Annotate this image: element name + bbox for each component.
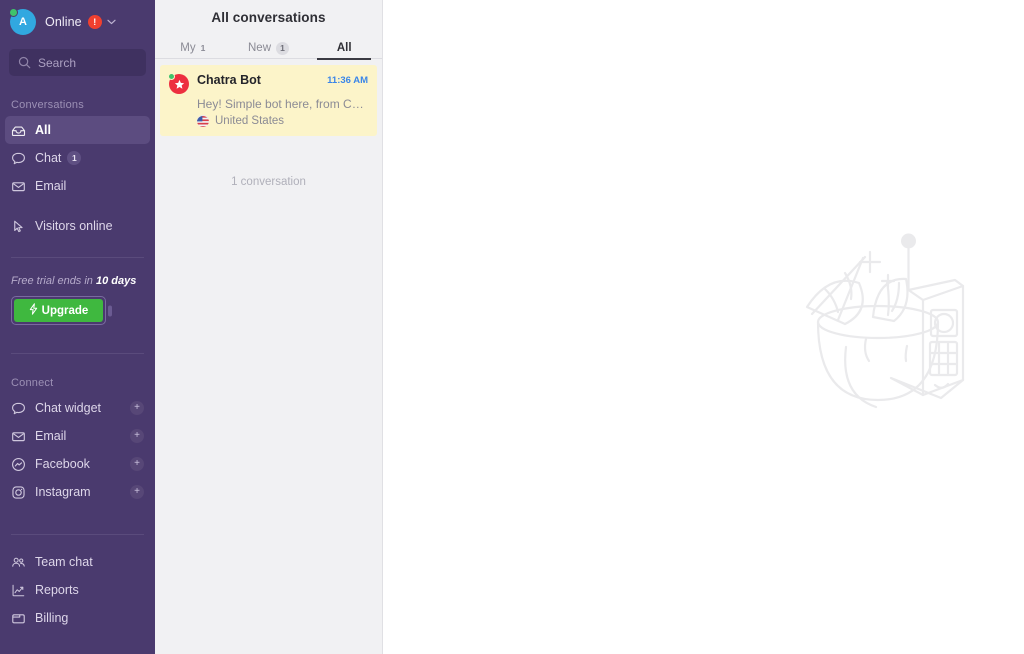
upgrade-button-container: Upgrade xyxy=(11,296,112,325)
conversation-location-label: United States xyxy=(215,115,285,127)
sidebar-item-label: Billing xyxy=(35,611,69,625)
trial-notice-prefix: Free trial ends in xyxy=(11,275,96,287)
instagram-icon xyxy=(11,485,26,500)
tab-label: New xyxy=(248,42,272,54)
sidebar-item-label: Instagram xyxy=(35,485,91,499)
sidebar-item-visitors-online[interactable]: Visitors online xyxy=(5,212,150,240)
tab-my[interactable]: My 1 xyxy=(155,37,231,59)
inbox-icon xyxy=(11,123,26,138)
sidebar-item-all[interactable]: All xyxy=(5,116,150,144)
conversation-list-panel: All conversations My 1 New 1 All Chatra … xyxy=(155,0,383,654)
conversations-section-heading: Conversations xyxy=(11,99,84,111)
tab-count: 1 xyxy=(200,43,206,53)
divider xyxy=(11,353,144,354)
upgrade-button[interactable]: Upgrade xyxy=(14,299,103,322)
account-switcher[interactable]: A Online ! xyxy=(0,0,155,44)
connect-section-heading: Connect xyxy=(11,377,54,389)
search-input[interactable]: Search xyxy=(9,49,146,76)
conversation-timestamp: 11:36 AM xyxy=(327,75,368,86)
alert-badge[interactable]: ! xyxy=(87,15,102,29)
conversation-name: Chatra Bot xyxy=(197,73,261,87)
sidebar: A Online ! Search Conversations All Chat… xyxy=(0,0,155,654)
envelope-icon xyxy=(11,429,26,444)
sidebar-item-label: Chat xyxy=(35,151,62,165)
trial-notice-days: 10 days xyxy=(95,275,137,287)
avatar: A xyxy=(9,8,36,35)
sidebar-item-label: Email xyxy=(35,429,67,443)
facebook-messenger-icon xyxy=(11,457,26,472)
sidebar-item-facebook[interactable]: Facebook + xyxy=(5,450,150,478)
coconut-drink-and-phone-illustration xyxy=(803,228,993,423)
add-email-channel-button[interactable]: + xyxy=(130,429,144,443)
list-item[interactable]: Chatra Bot 11:36 AM Hey! Simple bot here… xyxy=(160,65,377,136)
add-instagram-button[interactable]: + xyxy=(130,485,144,499)
sidebar-item-instagram[interactable]: Instagram + xyxy=(5,478,150,506)
tab-label: My xyxy=(180,42,196,54)
tab-all[interactable]: All xyxy=(306,37,382,60)
chat-unread-badge: 1 xyxy=(67,151,82,165)
people-icon xyxy=(11,555,26,570)
sidebar-item-billing[interactable]: Billing xyxy=(5,604,150,632)
wallet-icon xyxy=(11,611,26,626)
sidebar-item-label: Email xyxy=(35,179,67,193)
conversation-location: United States xyxy=(197,115,368,127)
us-flag-icon xyxy=(197,115,209,127)
add-chat-widget-button[interactable]: + xyxy=(130,401,144,415)
avatar xyxy=(168,73,189,94)
sidebar-item-label: Reports xyxy=(35,583,79,597)
chat-bubble-icon xyxy=(11,151,26,166)
conversation-tabs: My 1 New 1 All xyxy=(155,37,382,60)
page-title: All conversations xyxy=(211,10,326,25)
sidebar-item-email[interactable]: Email xyxy=(5,172,150,200)
sidebar-item-label: Facebook xyxy=(35,457,90,471)
trial-notice: Free trial ends in 10 days xyxy=(0,275,155,287)
upgrade-button-label: Upgrade xyxy=(41,304,89,317)
sidebar-item-team-chat[interactable]: Team chat xyxy=(5,548,150,576)
main-empty-pane xyxy=(383,0,1024,654)
tab-label: All xyxy=(336,42,352,54)
conversation-preview: Hey! Simple bot here, from Chatr... xyxy=(197,97,368,111)
sidebar-item-label: Visitors online xyxy=(35,219,113,233)
tab-new[interactable]: New 1 xyxy=(231,37,307,59)
sidebar-item-label: All xyxy=(35,123,51,137)
chevron-down-icon[interactable] xyxy=(107,18,116,27)
conversation-count-footer: 1 conversation xyxy=(231,176,306,188)
sidebar-item-label: Team chat xyxy=(35,555,93,569)
sidebar-item-label: Chat widget xyxy=(35,401,102,415)
conversation-header-row: Chatra Bot 11:36 AM xyxy=(168,73,368,94)
cursor-icon xyxy=(11,219,26,234)
divider xyxy=(11,257,144,258)
app-root: A Online ! Search Conversations All Chat… xyxy=(0,0,1024,654)
sidebar-item-connect-email[interactable]: Email + xyxy=(5,422,150,450)
tab-badge: 1 xyxy=(276,41,290,55)
upgrade-drag-handle[interactable] xyxy=(108,305,112,316)
online-status-dot xyxy=(168,73,175,80)
online-status-dot xyxy=(9,8,18,17)
sidebar-item-chat[interactable]: Chat 1 xyxy=(5,144,150,172)
chart-icon xyxy=(11,583,26,598)
sidebar-item-reports[interactable]: Reports xyxy=(5,576,150,604)
account-status-label: Online xyxy=(45,15,82,29)
search-placeholder: Search xyxy=(38,55,77,70)
add-facebook-button[interactable]: + xyxy=(130,457,144,471)
envelope-icon xyxy=(11,179,26,194)
search-icon xyxy=(18,56,31,69)
chat-bubble-icon xyxy=(11,401,26,416)
bolt-icon xyxy=(29,303,38,318)
sidebar-item-chat-widget[interactable]: Chat widget + xyxy=(5,394,150,422)
